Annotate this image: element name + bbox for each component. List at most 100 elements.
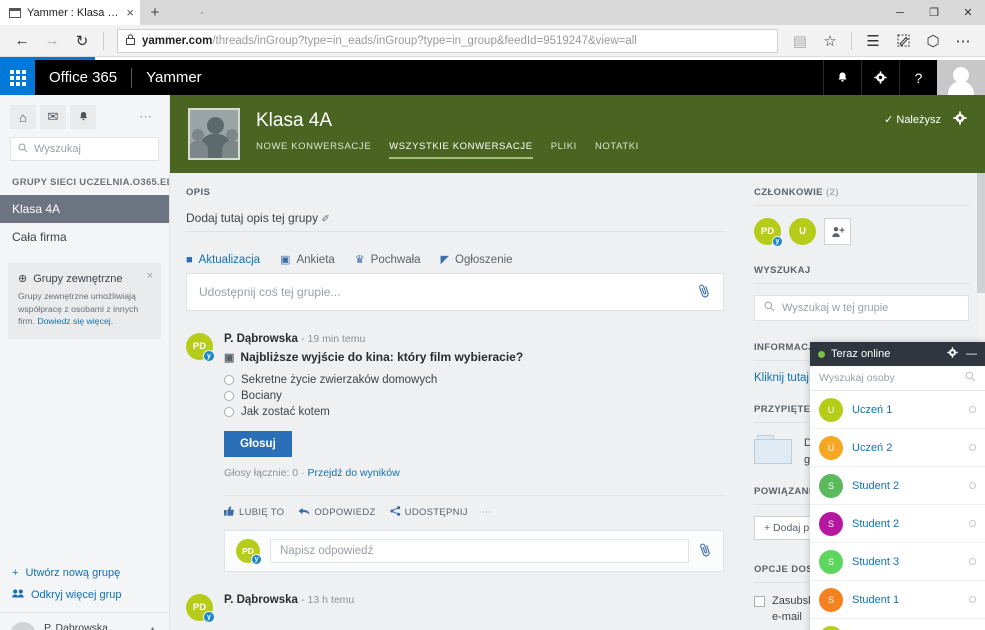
more-actions-icon[interactable]: ⋯: [482, 507, 493, 518]
create-group-button[interactable]: + Utwórz nową grupę: [0, 562, 169, 584]
close-icon[interactable]: ×: [126, 6, 134, 19]
edit-pencil-icon[interactable]: ✐: [321, 214, 329, 225]
discover-groups-button[interactable]: Odkryj więcej grup: [0, 584, 169, 606]
minimize-icon[interactable]: —: [966, 348, 977, 360]
sidebar-more-icon[interactable]: ⋯: [139, 109, 159, 125]
description-text[interactable]: Dodaj tutaj opis tej grupy ✐: [186, 200, 724, 225]
poll-option[interactable]: Sekretne życie zwierzaków domowych: [224, 372, 724, 388]
post-author[interactable]: P. Dąbrowska: [224, 333, 298, 345]
chat-header[interactable]: Teraz online —: [810, 342, 985, 366]
tab-pliki[interactable]: PLIKI: [551, 141, 577, 159]
yammer-app-name[interactable]: Yammer: [132, 69, 216, 86]
more-options-icon[interactable]: ⋯: [949, 27, 977, 55]
person-name[interactable]: Student 2: [852, 480, 960, 492]
list-item[interactable]: S Student 1: [810, 581, 985, 619]
composer-tab-aktualizacja[interactable]: ■ Aktualizacja: [186, 253, 260, 273]
like-button[interactable]: LUBIĘ TO: [224, 506, 284, 519]
add-member-button[interactable]: [824, 218, 851, 245]
list-item[interactable]: U Uczeń 1: [810, 391, 985, 429]
online-status-icon: [818, 350, 825, 358]
share-icon[interactable]: ⬡: [919, 27, 947, 55]
composer-tab-ogloszenie[interactable]: ◤ Ogłoszenie: [441, 253, 513, 273]
settings-gear-icon[interactable]: [861, 60, 899, 95]
poll-results-link[interactable]: Przejdź do wyników: [307, 467, 399, 479]
notifications-bell-icon[interactable]: [823, 60, 861, 95]
person-name[interactable]: Uczeń 2: [852, 442, 960, 454]
post-composer[interactable]: Udostępnij coś tej grupie...: [186, 273, 724, 311]
share-icon: [390, 506, 401, 519]
notifications-icon[interactable]: [70, 105, 96, 129]
maximize-button[interactable]: ❐: [917, 0, 951, 25]
avatar[interactable]: [937, 60, 985, 95]
learn-more-link[interactable]: Dowiedz się więcej.: [37, 316, 113, 326]
minimize-button[interactable]: ─: [883, 0, 917, 25]
list-item[interactable]: S Student 1: [810, 619, 985, 630]
list-item[interactable]: U Uczeń 2: [810, 429, 985, 467]
office365-brand[interactable]: Office 365: [35, 69, 131, 86]
composer-tab-pochwala[interactable]: ♛ Pochwała: [355, 253, 421, 273]
sidebar-item-klasa-4a[interactable]: Klasa 4A: [0, 195, 169, 223]
checkbox-icon[interactable]: [754, 596, 765, 607]
back-icon[interactable]: ←: [8, 27, 36, 55]
search-input[interactable]: Wyszukaj: [10, 137, 159, 161]
browser-tab[interactable]: Yammer : Klasa 4A ×: [0, 0, 140, 25]
radio-icon[interactable]: [224, 391, 234, 401]
attachment-icon[interactable]: [696, 540, 714, 561]
web-note-icon[interactable]: [889, 27, 917, 55]
radio-icon[interactable]: [224, 375, 234, 385]
app-launcher-icon[interactable]: [0, 60, 35, 95]
inbox-icon[interactable]: ✉: [40, 105, 66, 129]
person-name[interactable]: Student 3: [852, 556, 960, 568]
new-tab-button[interactable]: +: [140, 0, 170, 25]
share-button[interactable]: UDOSTĘPNIJ: [390, 506, 468, 519]
radio-icon[interactable]: [224, 407, 234, 417]
person-name[interactable]: Student 2: [852, 518, 960, 530]
avatar[interactable]: U: [789, 218, 816, 245]
avatar[interactable]: PD y: [754, 218, 783, 247]
attachment-icon[interactable]: [695, 281, 713, 302]
gear-icon[interactable]: [953, 111, 967, 128]
folder-icon: [754, 435, 794, 466]
person-name[interactable]: Student 1: [852, 594, 960, 606]
members-title: CZŁONKOWIE (2): [754, 187, 969, 206]
poll-option[interactable]: Bociany: [224, 388, 724, 404]
refresh-icon[interactable]: ↻: [68, 27, 96, 55]
home-icon[interactable]: ⌂: [10, 105, 36, 129]
tab-notatki[interactable]: NOTATKI: [595, 141, 639, 159]
votes-separator: ·: [301, 467, 305, 479]
group-search-input[interactable]: Wyszukaj w tej grupie: [754, 295, 969, 321]
close-icon[interactable]: ×: [147, 270, 153, 282]
poll-footer: Głosy łącznie: 0 · Przejdź do wyników: [224, 467, 724, 479]
poll-option[interactable]: Jak zostać kotem: [224, 404, 724, 420]
post-timestamp: - 13 h temu: [301, 594, 355, 606]
hub-icon[interactable]: ☰: [859, 27, 887, 55]
create-group-label: Utwórz nową grupę: [25, 567, 121, 579]
chat-search-input[interactable]: Wyszukaj osoby: [810, 366, 985, 391]
membership-status[interactable]: ✓ Należysz: [884, 113, 941, 127]
composer-tab-ankieta[interactable]: ▣ Ankieta: [280, 253, 335, 273]
scrollbar-thumb[interactable]: [977, 173, 985, 293]
members-label: CZŁONKOWIE: [754, 187, 823, 198]
person-name[interactable]: Uczeń 1: [852, 404, 960, 416]
tab-wszystkie-konwersacje[interactable]: WSZYSTKIE KONWERSACJE: [389, 141, 533, 159]
avatar[interactable]: PD y: [186, 594, 215, 623]
sidebar-item-cala-firma[interactable]: Cała firma: [0, 223, 169, 251]
vote-button[interactable]: Głosuj: [224, 431, 292, 457]
tab-nowe-konwersacje[interactable]: NOWE KONWERSACJE: [256, 141, 371, 159]
list-item[interactable]: S Student 2: [810, 505, 985, 543]
post-author[interactable]: P. Dąbrowska: [224, 594, 298, 606]
help-icon[interactable]: ?: [899, 60, 937, 95]
reading-view-icon[interactable]: ▤: [786, 27, 814, 55]
gear-icon[interactable]: [947, 347, 958, 361]
close-window-button[interactable]: ✕: [951, 0, 985, 25]
avatar[interactable]: PD y: [186, 333, 215, 362]
list-item[interactable]: S Student 2: [810, 467, 985, 505]
composer-tabs: ■ Aktualizacja ▣ Ankieta ♛ Pochwała ◤ Og…: [186, 253, 724, 273]
current-user-row[interactable]: P. Dąbrowska uczelnia.o365.edu.pl: [0, 612, 169, 630]
reply-button[interactable]: ODPOWIEDZ: [298, 507, 375, 519]
address-bar[interactable]: yammer.com/threads/inGroup?type=in_eads/…: [117, 28, 778, 53]
reply-input[interactable]: Napisz odpowiedź: [270, 539, 689, 563]
list-item[interactable]: S Student 3: [810, 543, 985, 581]
favorites-star-icon[interactable]: ☆: [816, 27, 844, 55]
forward-icon[interactable]: →: [38, 27, 66, 55]
